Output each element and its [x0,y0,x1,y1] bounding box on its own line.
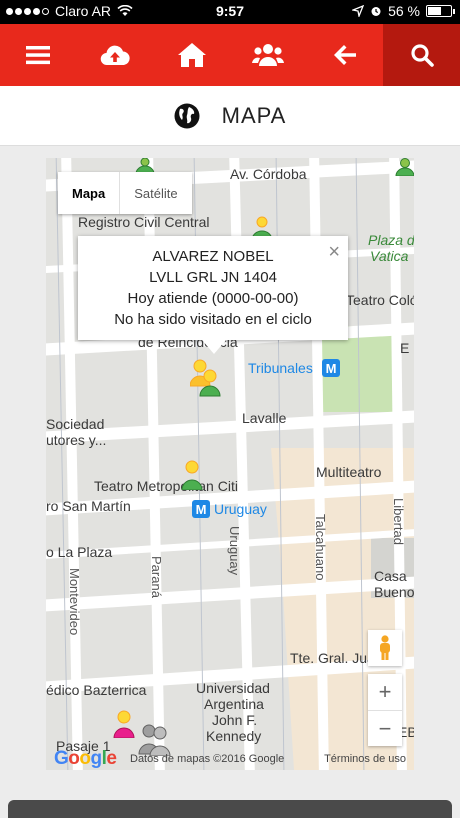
street-view-pegman-button[interactable] [368,630,402,666]
terms-of-use-link[interactable]: Términos de uso [324,753,406,765]
poi-plaza-line1: Plaza de [368,232,414,248]
info-window-close-button[interactable]: × [328,242,340,262]
location-arrow-icon [352,5,365,17]
map-type-map-button[interactable]: Mapa [58,172,121,214]
zoom-control: + − [368,674,402,746]
street-montevideo: Montevideo [67,568,82,636]
metro-station-uruguay: Uruguay [214,501,267,517]
globe-icon [174,103,200,128]
client-marker-yellow-green[interactable] [180,460,204,490]
client-marker-selected[interactable] [190,358,222,398]
clients-button[interactable] [230,24,307,86]
poi-universidad-line1: Universidad [196,680,270,696]
street-uruguay: Uruguay [227,526,242,576]
page-title: MAPA [221,102,287,128]
menu-button[interactable] [0,24,77,86]
street-av-cordoba: Av. Córdoba [230,166,307,182]
poi-teatro-metropolitan: Teatro Metropolitan Citi [94,478,238,494]
poi-bazterrica: édico Bazterrica [46,682,147,698]
poi-autores: utores y... [46,432,107,448]
search-icon [411,44,434,67]
poi-universidad-line4: Kennedy [206,728,262,744]
poi-registro-civil: Registro Civil Central [78,214,210,230]
street-parana: Paraná [149,556,164,598]
poi-la-plaza: o La Plaza [46,544,113,560]
info-schedule: Hoy atiende (0000-00-00) [127,290,299,307]
top-toolbar [0,24,460,86]
upload-button[interactable] [77,24,154,86]
map-edge-label-e: E [400,340,410,356]
info-client-name: ALVAREZ NOBEL [152,248,274,265]
page-header: MAPA [0,86,460,146]
poi-casa-line2: Bueno [374,584,414,600]
battery-percent: 56 % [388,3,420,19]
map-type-control: Mapa Satélite [58,172,192,214]
metro-icon-uruguay: M [192,500,210,518]
poi-universidad-line3: John F. [212,712,258,728]
group-icon [252,44,285,66]
pegman-icon [380,635,390,660]
client-marker-green[interactable] [394,158,414,176]
poi-teatro-colon: Teatro Colón [346,292,414,308]
map-data-credit: Datos de mapas ©2016 Google [130,753,285,765]
poi-teatro-san-martin: ro San Martín [46,498,131,514]
battery-icon [426,5,455,17]
menu-icon [26,46,51,65]
search-button[interactable] [383,24,460,86]
info-window-pointer [202,340,226,354]
poi-multiteatro: Multiteatro [316,464,382,480]
back-arrow-icon [334,45,357,65]
street-talcahuano: Talcahuano [313,514,328,581]
poi-casa-line1: Casa [374,568,407,584]
zoom-out-button[interactable]: − [368,710,402,746]
info-window: × ALVAREZ NOBEL LVLL GRL JN 1404 Hoy ati… [78,236,348,354]
home-button[interactable] [153,24,230,86]
home-icon [177,43,206,67]
map-view[interactable]: Av. Córdoba Registro Civil Central Plaza… [46,158,414,770]
info-client-address: LVLL GRL JN 1404 [149,269,277,286]
bottom-panel [8,800,452,818]
metro-station-tribunales: Tribunales [248,360,313,376]
metro-icon-tribunales: M [322,359,340,377]
cloud-upload-icon [100,45,130,66]
client-marker-yellow-pink[interactable] [112,710,136,738]
zoom-in-button[interactable]: + [368,674,402,710]
street-lavalle: Lavalle [242,410,287,426]
google-logo: Google [54,748,117,769]
back-button[interactable] [307,24,384,86]
info-visit-status: No ha sido visitado en el ciclo [114,311,312,328]
street-libertad: Libertad [391,498,406,545]
status-bar: Claro AR 9:57 56 % [0,0,460,24]
alarm-icon [371,7,381,16]
map-attribution: Google Datos de mapas ©2016 Google Térmi… [46,748,414,770]
poi-universidad-line2: Argentina [204,696,264,712]
map-type-satellite-button[interactable]: Satélite [120,172,191,214]
poi-plaza-line2: Vatica [370,248,409,264]
poi-sociedad: Sociedad [46,416,105,432]
